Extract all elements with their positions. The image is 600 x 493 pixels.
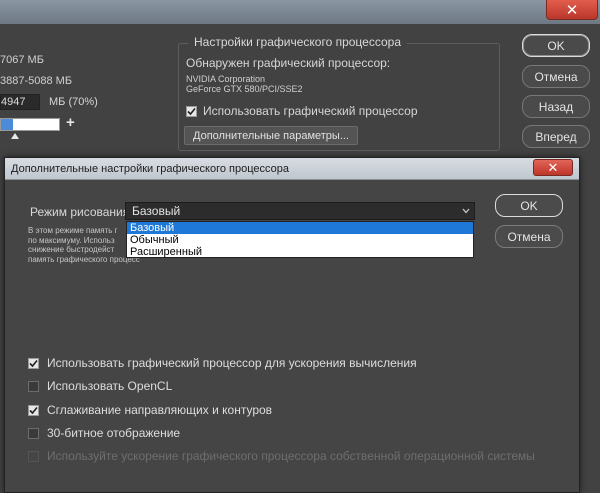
description-line: по максимуму. Использ: [28, 235, 115, 245]
description-line: память графического процессора.: [28, 254, 140, 264]
memory-slider-fill: [1, 119, 13, 130]
option-opencl-row[interactable]: Использовать OpenCL: [28, 379, 172, 393]
checkmark-icon: [29, 359, 38, 367]
draw-mode-option-normal[interactable]: Обычный: [127, 234, 473, 246]
gpu-model: GeForce GTX 580/PCI/SSE2: [186, 84, 303, 94]
option-opencl-label: Использовать OpenCL: [47, 379, 173, 393]
option-native-gpu-accel-row: Используйте ускорение графического проце…: [28, 449, 535, 463]
option-gpu-compute-label: Использовать графический процессор для у…: [47, 356, 417, 370]
memory-usage-slider[interactable]: [0, 118, 60, 131]
draw-mode-select[interactable]: Базовый: [125, 202, 475, 220]
gpu-detected-label: Обнаружен графический процессор:: [186, 56, 391, 70]
draw-mode-option-basic[interactable]: Базовый: [127, 222, 473, 234]
draw-mode-label: Режим рисования:: [30, 205, 133, 219]
option-opencl-checkbox[interactable]: [28, 380, 39, 392]
dialog-title: Дополнительные настройки графического пр…: [11, 163, 290, 175]
draw-mode-option-advanced[interactable]: Расширенный: [127, 246, 473, 258]
gpu-vendor: NVIDIA Corporation: [186, 74, 266, 84]
preferences-forward-button[interactable]: Вперед: [522, 125, 590, 148]
option-antialias-label: Сглаживание направляющих и контуров: [47, 403, 273, 417]
option-native-gpu-accel-checkbox: [28, 450, 39, 462]
preferences-back-button[interactable]: Назад: [522, 95, 590, 118]
gpu-settings-title: Настройки графического процессора: [188, 35, 407, 49]
memory-ideal-range-value: 3887-5088 МБ: [0, 75, 73, 87]
option-antialias-checkbox[interactable]: [28, 404, 39, 416]
memory-usage-input[interactable]: 4947: [0, 94, 40, 110]
draw-mode-dropdown-list: Базовый Обычный Расширенный: [126, 221, 474, 258]
preferences-close-button[interactable]: ✕: [546, 0, 598, 20]
preferences-titlebar: [0, 0, 600, 24]
preferences-ok-button[interactable]: OK: [522, 34, 590, 57]
option-30bit-label: 30-битное отображение: [47, 426, 181, 440]
use-gpu-checkbox[interactable]: [186, 105, 197, 117]
dialog-cancel-button[interactable]: Отмена: [495, 225, 563, 248]
advanced-settings-button[interactable]: Дополнительные параметры...: [184, 126, 358, 145]
use-gpu-label: Использовать графический процессор: [203, 104, 418, 118]
close-icon: ✕: [565, 1, 579, 19]
advanced-gpu-settings-dialog: Дополнительные настройки графического пр…: [4, 157, 580, 493]
description-line: снижение быстродейст: [28, 245, 115, 254]
option-30bit-checkbox[interactable]: [28, 427, 39, 439]
option-gpu-compute-checkbox[interactable]: [28, 357, 39, 369]
option-30bit-row[interactable]: 30-битное отображение: [28, 426, 180, 440]
dialog-ok-button[interactable]: OK: [495, 194, 563, 217]
use-gpu-checkbox-row[interactable]: Использовать графический процессор: [186, 104, 418, 118]
option-antialias-row[interactable]: Сглаживание направляющих и контуров: [28, 403, 272, 417]
draw-mode-description: В этом режиме память г по максимуму. Исп…: [28, 226, 140, 264]
preferences-cancel-button[interactable]: Отмена: [522, 65, 590, 88]
memory-slider-thumb[interactable]: [11, 133, 19, 139]
option-native-gpu-accel-label: Используйте ускорение графического проце…: [47, 449, 535, 463]
memory-increase-icon[interactable]: +: [66, 114, 75, 131]
checkmark-icon: [187, 107, 196, 115]
option-gpu-compute-row[interactable]: Использовать графический процессор для у…: [28, 356, 417, 370]
dialog-close-button[interactable]: ✕: [533, 159, 573, 176]
memory-usage-percent: МБ (70%): [49, 96, 98, 108]
description-line: В этом режиме память г: [28, 226, 118, 235]
checkmark-icon: [29, 406, 38, 414]
draw-mode-current-value: Базовый: [132, 204, 181, 218]
close-icon: ✕: [547, 159, 559, 175]
chevron-down-icon: [462, 204, 470, 220]
memory-available-value: 7067 МБ: [0, 54, 44, 66]
